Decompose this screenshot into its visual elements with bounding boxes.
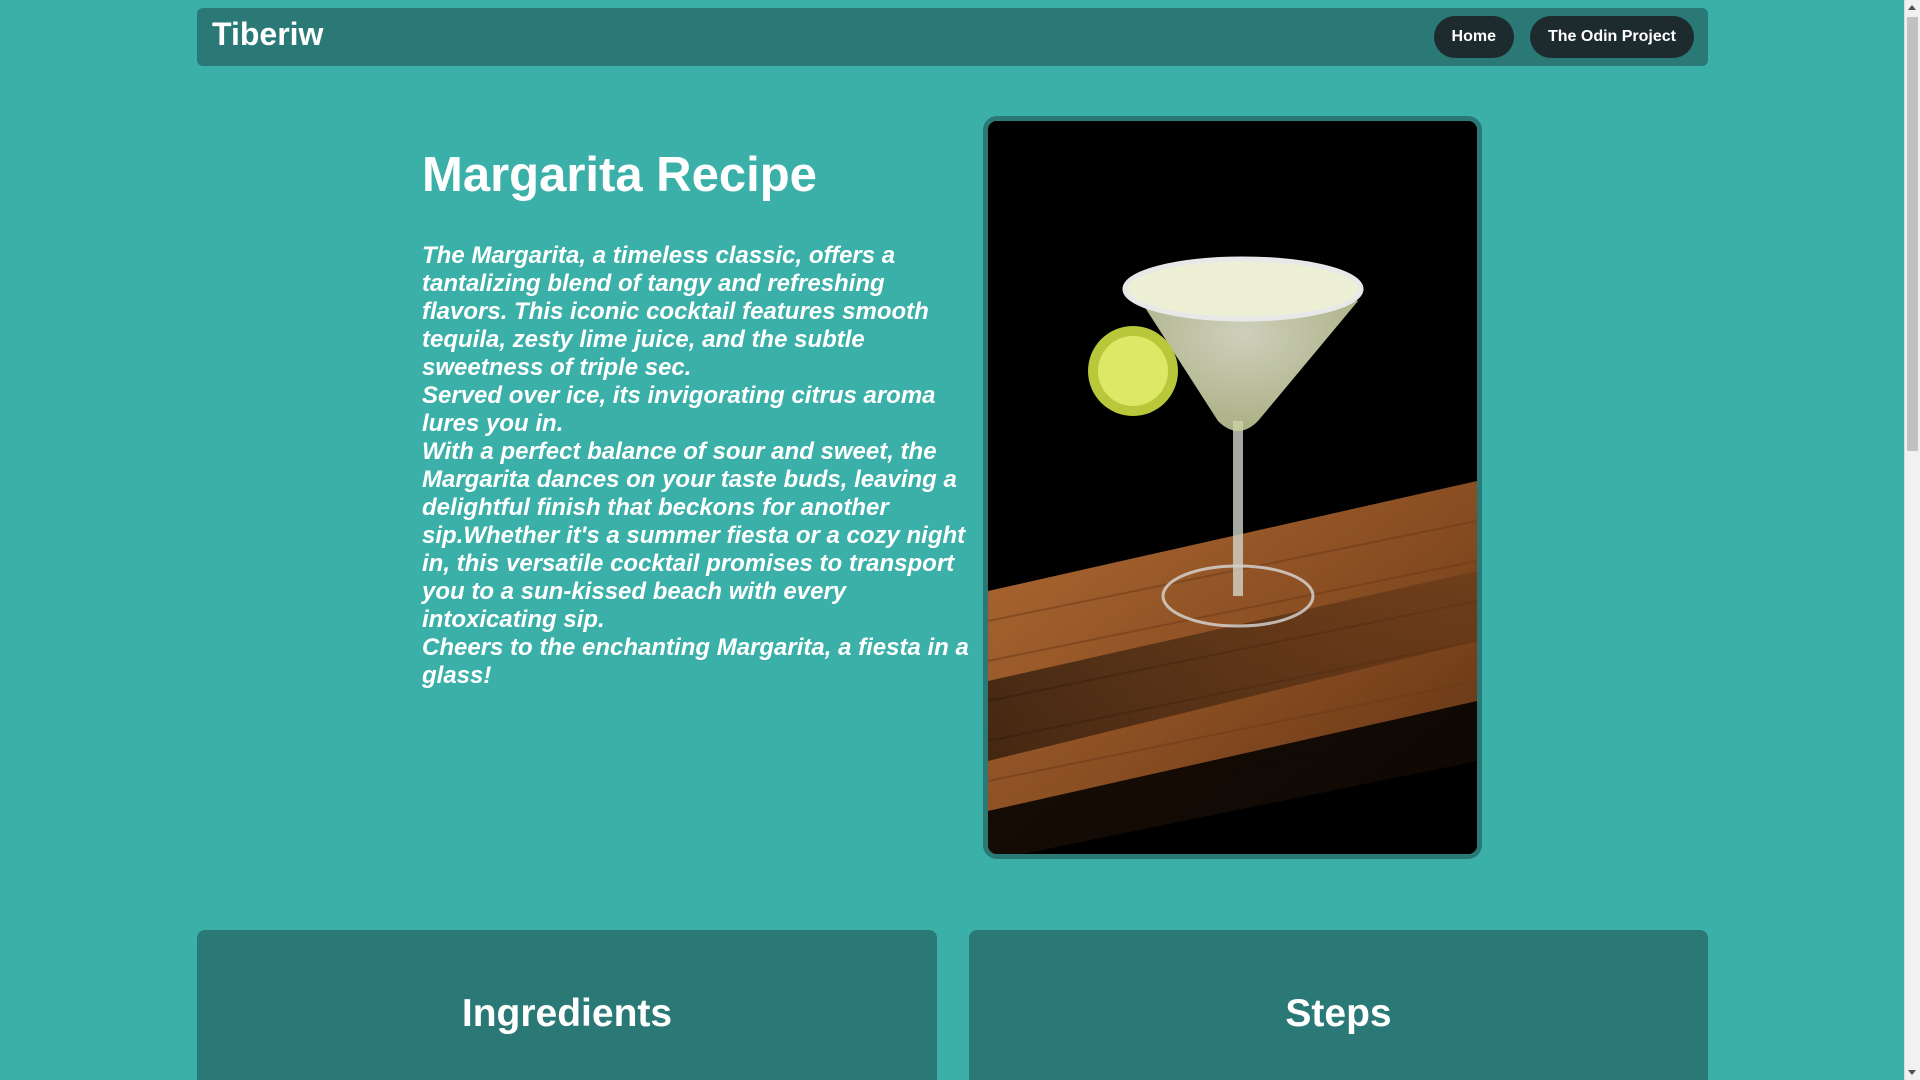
page-title: Margarita Recipe: [422, 148, 817, 202]
top-navbar: Tiberiw Home The Odin Project: [197, 8, 1708, 66]
home-button[interactable]: Home: [1433, 16, 1514, 58]
scroll-down-icon[interactable]: [1908, 1070, 1916, 1075]
vertical-scrollbar[interactable]: [1904, 0, 1920, 1080]
hero-paragraph: Served over ice, its invigorating citrus…: [422, 382, 936, 437]
ingredients-heading: Ingredients: [461, 992, 673, 1035]
brand-logo-text[interactable]: Tiberiw: [212, 16, 323, 53]
ingredients-card: Ingredients: [197, 930, 937, 1080]
margarita-photo-icon: [988, 121, 1477, 854]
page: Tiberiw Home The Odin Project Margarita …: [0, 0, 1904, 1080]
hero-text: Margarita Recipe The Margarita, a timele…: [422, 140, 970, 690]
steps-heading: Steps: [1285, 992, 1392, 1035]
hero-paragraph: With a perfect balance of sour and sweet…: [422, 438, 966, 633]
odin-project-button[interactable]: The Odin Project: [1529, 16, 1694, 58]
scroll-up-icon[interactable]: [1908, 5, 1916, 10]
scrollbar-thumb[interactable]: [1907, 17, 1918, 451]
margarita-image: [983, 116, 1482, 859]
hero-paragraph: Cheers to the enchanting Margarita, a fi…: [422, 634, 969, 689]
steps-card: Steps: [969, 930, 1708, 1080]
hero-paragraph: The Margarita, a timeless classic, offer…: [422, 242, 929, 381]
hero-description: The Margarita, a timeless classic, offer…: [422, 242, 970, 690]
nav-links: Home The Odin Project: [1433, 16, 1694, 58]
